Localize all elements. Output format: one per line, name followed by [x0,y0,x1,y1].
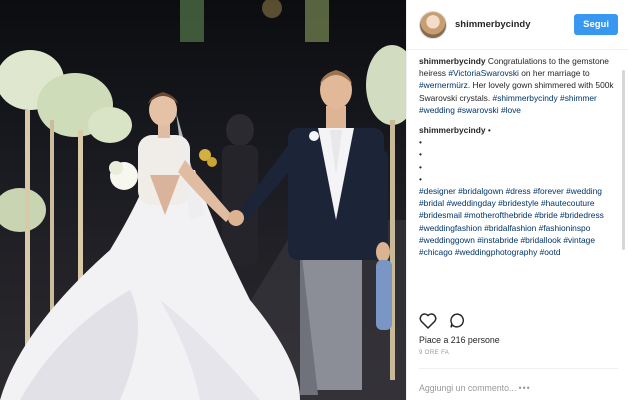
caption-hashtag[interactable]: #swarovski [457,105,498,115]
avatar[interactable] [419,10,447,39]
add-comment-bar: Aggiungi un commento... ••• [419,368,618,400]
heart-icon[interactable] [419,312,437,329]
follow-button[interactable]: Segui [574,14,618,35]
caption-hashtag[interactable]: #shimmer [560,93,597,103]
post-header: shimmerbycindy Segui [407,0,628,50]
caption-text-segment: on her marriage to [518,68,590,79]
post-photo[interactable] [0,0,406,400]
comment-dot-line: • [419,173,422,184]
comment-bullet: • [485,125,491,136]
post-side-panel: shimmerbycindy Segui shimmerbycindy Cong… [406,0,628,400]
comment-username[interactable]: shimmerbycindy [419,125,486,135]
comments-list[interactable]: shimmerbycindy Congratulations to the ge… [419,55,618,302]
caption-hashtag[interactable]: #wedding [419,105,455,115]
comment-hashtags[interactable]: #designer #bridalgown #dress #forever #w… [419,186,604,257]
comment-item: shimmerbycindy • • • • • #designer #brid… [419,124,618,258]
post-timestamp: 9 ORE FA [419,350,450,356]
username-link[interactable]: shimmerbycindy [455,19,574,30]
more-options-icon[interactable]: ••• [519,377,619,393]
comment-dot-line: • [419,161,422,172]
comments-scrollbar[interactable] [622,70,625,250]
likes-count[interactable]: Piace a 216 persone [419,335,500,345]
wedding-photo-illustration [0,0,406,400]
caption-hashtag[interactable]: #VictoriaSwarovski [448,68,519,78]
instagram-post-window: shimmerbycindy Segui shimmerbycindy Cong… [0,0,628,400]
caption-hashtag[interactable]: #shimmerbycindy [493,93,558,103]
comment-bubble-icon[interactable] [449,312,466,329]
caption-hashtag[interactable]: #love [501,105,521,115]
caption-hashtag[interactable]: #wernermürz [419,80,468,90]
post-actions [419,312,466,329]
comment-dot-line: • [419,137,422,148]
comment-dot-line: • [419,149,422,160]
add-comment-input[interactable]: Aggiungi un commento... [419,377,519,393]
caption: shimmerbycindy Congratulations to the ge… [419,55,618,116]
caption-username[interactable]: shimmerbycindy [419,56,486,66]
